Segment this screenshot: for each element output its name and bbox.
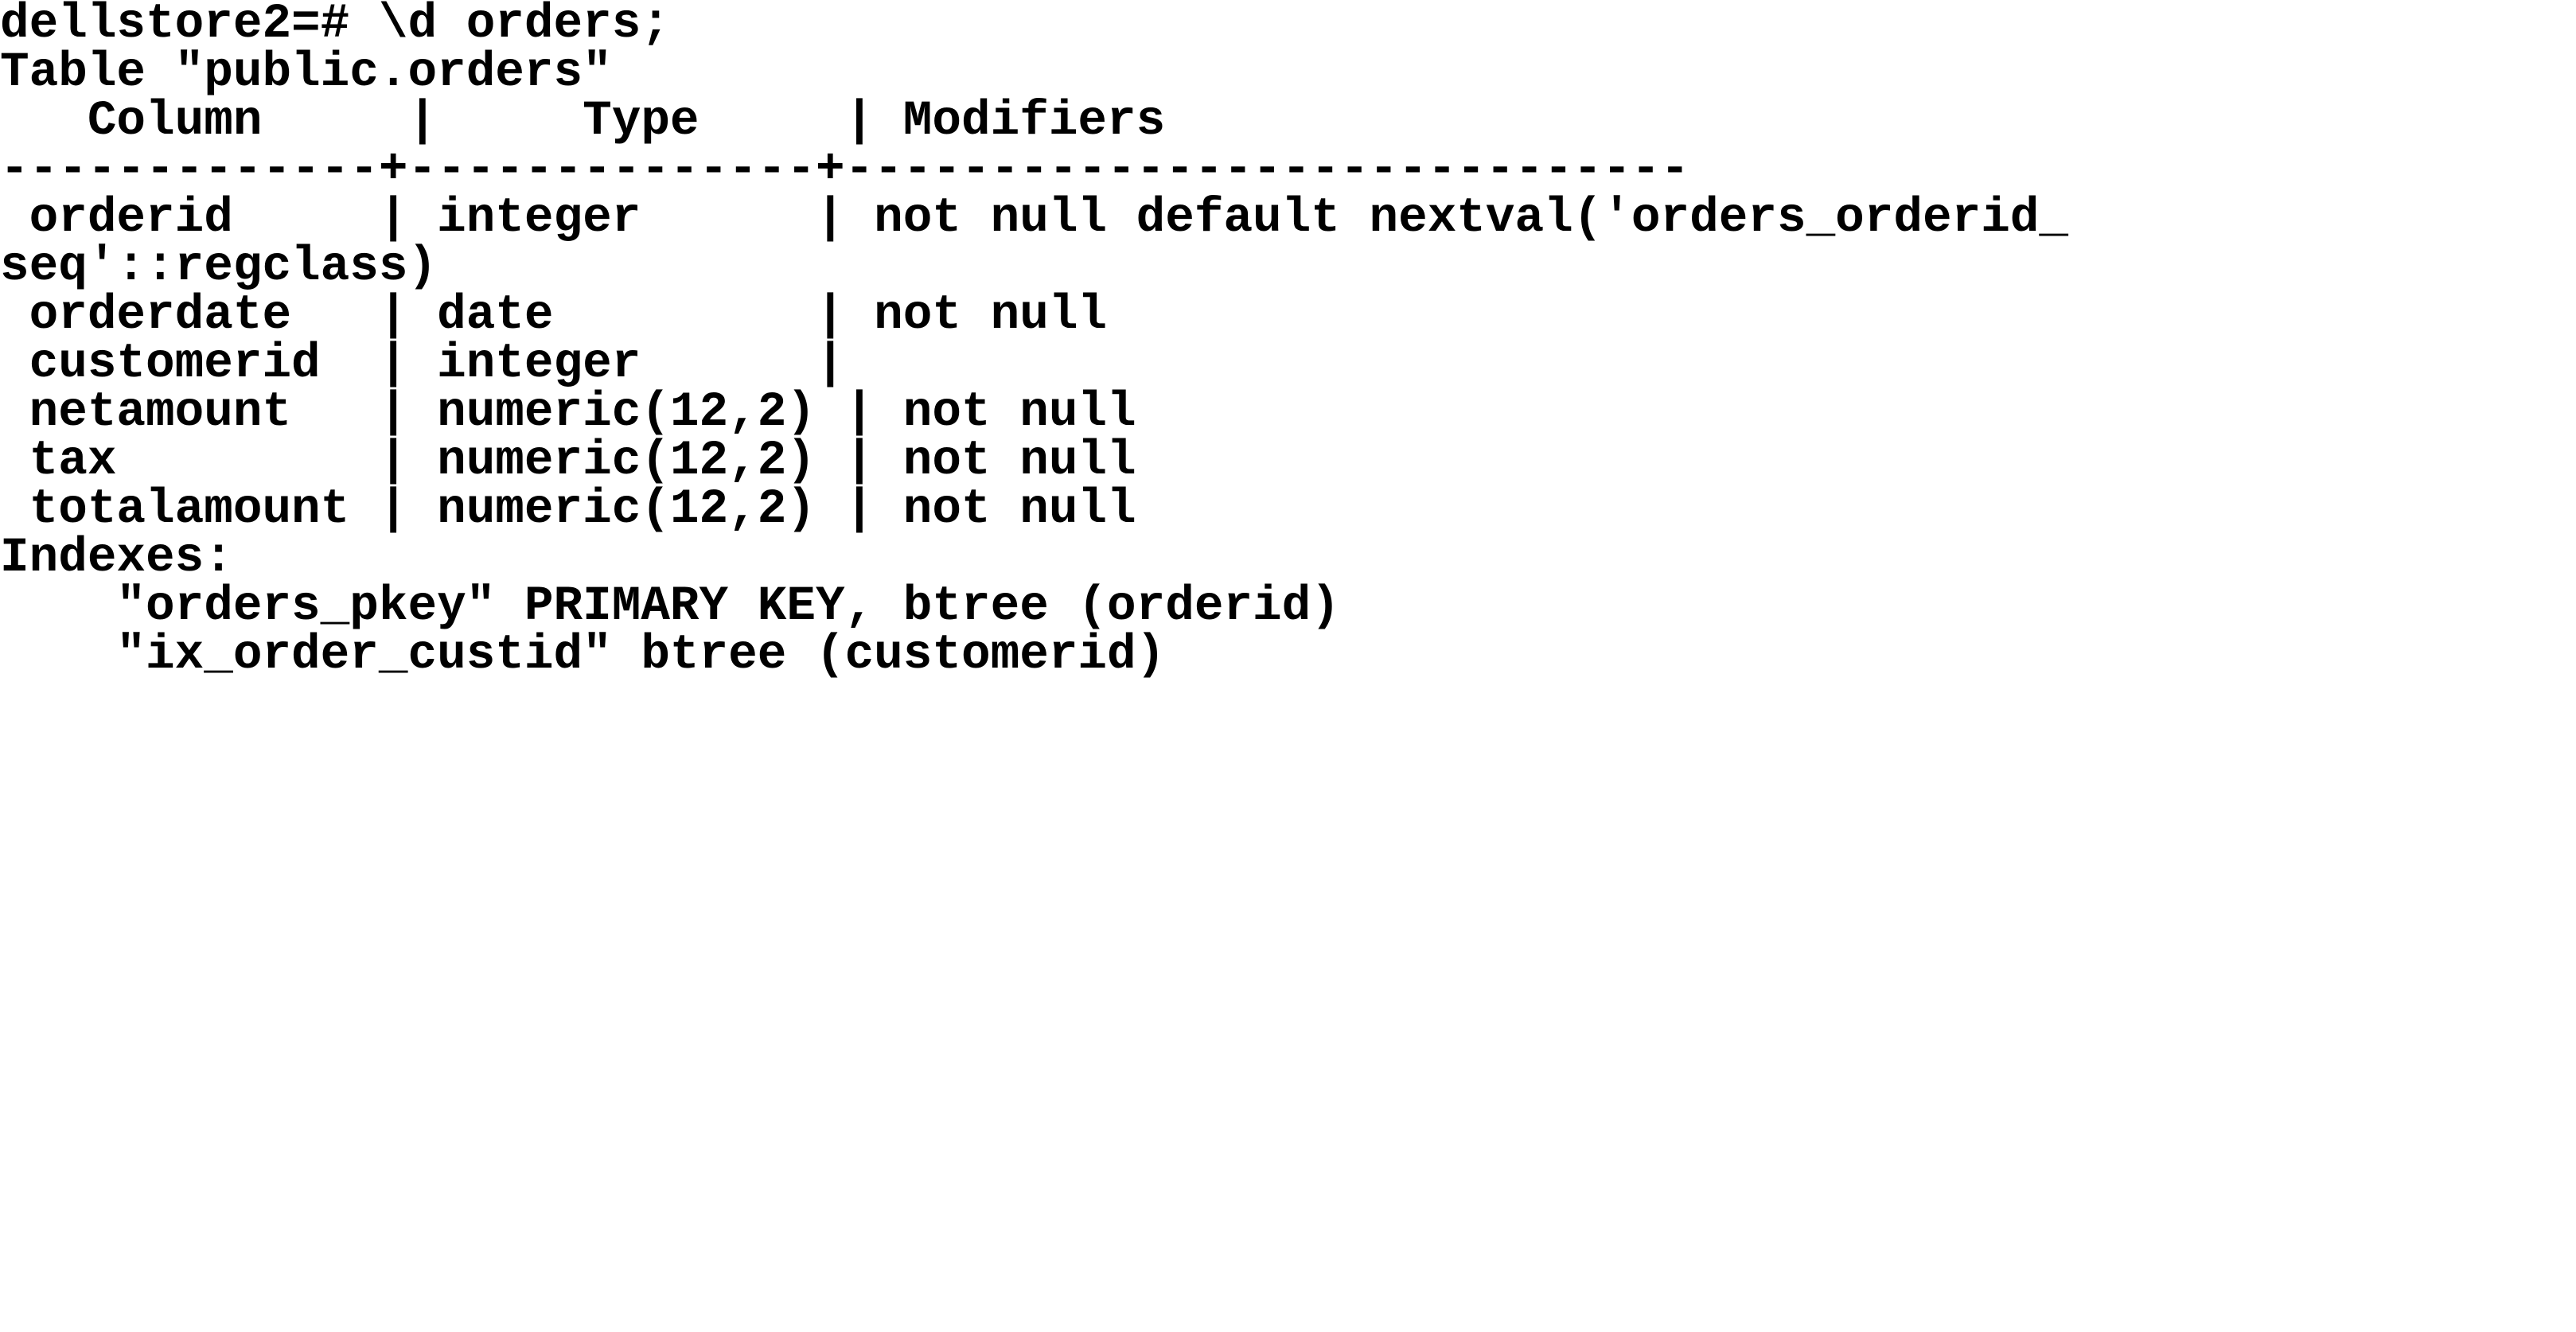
table-row-orderdate: orderdate | date | not null bbox=[0, 288, 1108, 343]
table-separator-line: -------------+--------------+-----------… bbox=[0, 142, 1690, 197]
table-row-tax: tax | numeric(12,2) | not null bbox=[0, 434, 1136, 489]
index-entry-orders-pkey: "orders_pkey" PRIMARY KEY, btree (orderi… bbox=[0, 579, 1340, 634]
table-column-header-line: Column | Type | Modifiers bbox=[0, 94, 1166, 149]
table-row-customerid: customerid | integer | bbox=[0, 337, 845, 391]
terminal-output-pane[interactable]: dellstore2=# \d orders; Table "public.or… bbox=[0, 0, 2576, 1332]
prompt-line: dellstore2=# \d orders; bbox=[0, 0, 670, 52]
table-row-orderid: orderid | integer | not null default nex… bbox=[0, 191, 2069, 246]
table-row-orderid-wrap: seq'::regclass) bbox=[0, 240, 438, 294]
table-row-netamount: netamount | numeric(12,2) | not null bbox=[0, 385, 1136, 440]
index-entry-ix-order-custid: "ix_order_custid" btree (customerid) bbox=[0, 628, 1166, 683]
indexes-label-line: Indexes: bbox=[0, 531, 233, 586]
table-caption-line: Table "public.orders" bbox=[0, 45, 612, 100]
table-row-totalamount: totalamount | numeric(12,2) | not null bbox=[0, 482, 1136, 537]
